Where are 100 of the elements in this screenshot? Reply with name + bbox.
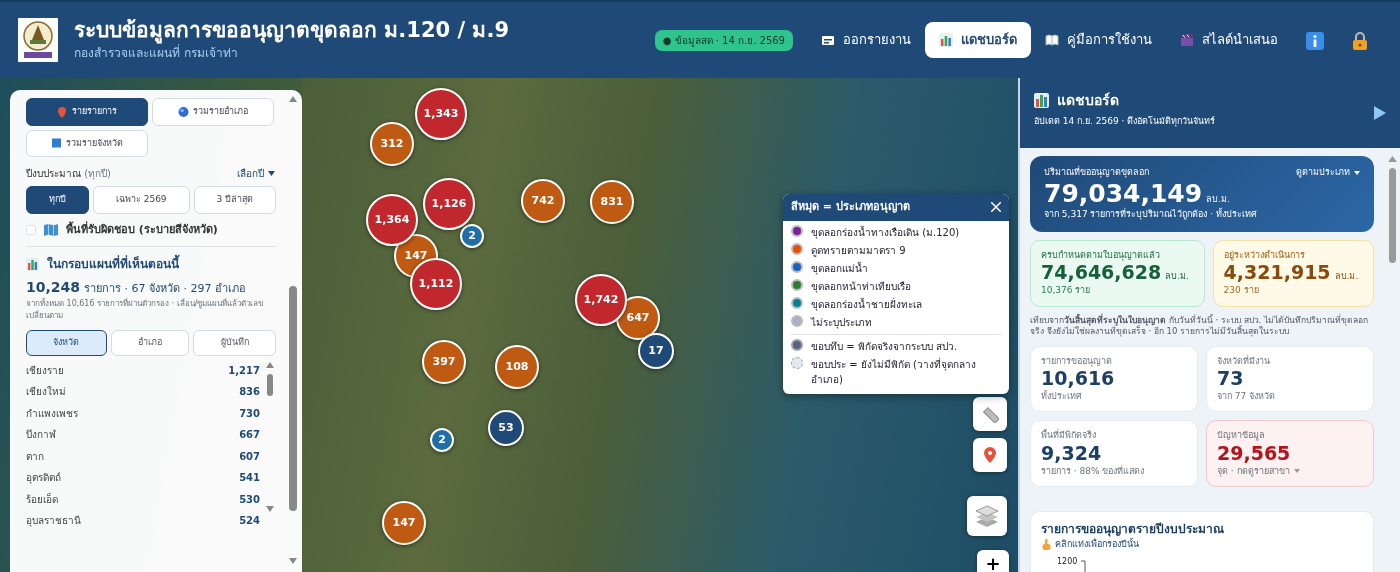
view-mode-toggle[interactable]: รวมรายอำเภอ (152, 98, 274, 126)
stat-card[interactable]: ปัญหาข้อมูล 29,565 จุด · กดดูรายสาขา (1206, 420, 1374, 488)
legend-label: ขุดลอกหน้าท่าเทียบเรือ (811, 279, 911, 294)
stat-value: 29,565 (1217, 442, 1292, 465)
year-option[interactable]: เฉพาะ 2569 (92, 186, 190, 214)
year-option[interactable]: ทุกปี (26, 186, 89, 214)
province-name[interactable]: ตาก (26, 448, 44, 464)
volume-label: ปริมาณที่ขออนุญาตขุดลอก (1044, 166, 1149, 180)
app-subtitle: กองสำรวจและแผนที่ กรมเจ้าท่า (74, 43, 238, 62)
explanation-note: เทียบจากวันสิ้นสุดที่ระบุในใบอนุญาต กับวันที่วันนี้ · ระบบ สปว. ไม่ได้บันทึกปริมาณที่ขุดลอกจริง จึงยังไม่ใช่ผลงานที่ขุดเสร็จ · อีก 10 รายการไม่มีวันสิ้นสุดในระบบ (1030, 314, 1369, 338)
caret-icon (1354, 170, 1360, 175)
stat-value: 10,616 (1041, 368, 1116, 390)
solid-outline-dot (791, 338, 803, 351)
stat-label: พื้นที่มีพิกัดจริง (1041, 429, 1097, 443)
type-picker[interactable]: ดูตามประเภท (1296, 166, 1360, 180)
caret-icon (1293, 469, 1300, 474)
nav-tab[interactable]: คู่มือการใช้งาน (1031, 22, 1166, 58)
province-count: 524 (239, 514, 260, 529)
close-icon (991, 202, 1001, 213)
y-axis-tick-label: 1200 (1057, 555, 1078, 568)
view-mode-toggle[interactable]: รวมรายจังหวัด (26, 129, 148, 157)
province-name[interactable]: กำแพงเพชร (26, 405, 78, 421)
app-title: ระบบข้อมูลการขออนุญาตขุดลอก ม.120 / ม.9 (74, 18, 509, 44)
province-name[interactable]: ร้อยเอ็ด (26, 491, 58, 507)
visible-summary: รายการ · 67 จังหวัด · 297 อำเภอ (84, 281, 246, 297)
play-icon (1374, 106, 1386, 120)
nav-tab[interactable]: ออกรายงาน (807, 22, 925, 58)
nav-tab[interactable]: สไลด์นำเสนอ (1166, 22, 1292, 58)
visible-count: 10,248 (26, 278, 81, 297)
pin-icon (983, 446, 997, 464)
progress-value: 74,646,628 (1041, 262, 1162, 285)
group-tab[interactable]: จังหวัด (26, 330, 107, 356)
layers-button[interactable] (967, 496, 1007, 536)
progress-label: อยู่ระหว่างดำเนินการ (1223, 248, 1306, 263)
chart-title: รายการขออนุญาตรายปีงบประมาณ (1041, 521, 1225, 537)
nav-tab[interactable]: แดชบอร์ด (925, 22, 1031, 58)
pin-icon (57, 105, 68, 118)
progress-sub: 230 ราย (1223, 284, 1260, 298)
year-option[interactable]: 3 ปีล่าสุด (193, 186, 276, 214)
close-button[interactable] (991, 202, 1001, 213)
stat-sub: ทั้งประเทศ (1041, 389, 1082, 403)
fiscal-year-label: ปีงบประมาณ (ทุกปี) (26, 167, 111, 181)
dashed-outline-dot (791, 356, 803, 369)
panel-title: แดชบอร์ด (1057, 91, 1119, 110)
measure-button[interactable] (973, 397, 1007, 431)
report-icon (821, 33, 835, 47)
caret-icon (268, 171, 275, 176)
stat-sub: รายการ · 88% ของที่แสดง (1041, 464, 1145, 478)
legend-title: สีหมุด = ประเภทอนุญาต (791, 199, 910, 215)
province-count: 541 (239, 471, 260, 486)
legend-label: ขุดลอกแม่น้ำ (811, 260, 868, 276)
province-name[interactable]: บึงกาฬ (26, 427, 56, 443)
pointing-hand-icon (1041, 539, 1051, 551)
province-count: 836 (239, 385, 260, 400)
province-count: 1,217 (228, 363, 260, 378)
bar-chart-icon (1034, 93, 1049, 108)
stat-label: รายการขออนุญาต (1041, 354, 1113, 369)
stat-value: 73 (1217, 368, 1245, 390)
legend-label: ขอบทึบ = พิกัดจริงจากระบบ สปว. (811, 339, 958, 354)
clapperboard-icon (1180, 33, 1194, 47)
year-picker[interactable]: เลือกปี (236, 165, 276, 182)
province-count: 730 (239, 406, 260, 421)
section-title: ในกรอบแผนที่ที่เห็นตอนนี้ (47, 255, 179, 273)
bar-chart-icon (26, 257, 39, 271)
province-count: 530 (239, 492, 260, 507)
legend-label: ไม่ระบุประเภท (811, 315, 872, 330)
stat-label: ปัญหาข้อมูล (1217, 429, 1266, 443)
province-name[interactable]: อุตรดิตถ์ (26, 470, 61, 486)
emblem-logo (20, 20, 56, 60)
chart-hint: คลิกแท่งเพื่อกรองปีนั้น (1055, 538, 1139, 552)
visible-note: จากทั้งหมด 10,616 รายการที่ผ่านตัวกรอง · เลื่อน/ซูมแผนที่แล้วตัวเลขเปลี่ยนตาม (26, 298, 265, 322)
responsibility-label: พื้นที่รับผิดชอบ (ระบายสีจังหวัด) (66, 221, 218, 238)
zoom-in-button[interactable]: + (977, 550, 1009, 572)
legend-label: ขอบประ = ยังไม่มีพิกัด (วางที่จุดกลางอำเภอ) (811, 356, 977, 387)
ruler-icon (981, 405, 999, 423)
progress-unit: ลบ.ม. (1165, 270, 1189, 284)
group-tab[interactable]: อำเภอ (110, 330, 190, 356)
collapse-panel-button[interactable] (1374, 106, 1386, 120)
province-name[interactable]: เชียงราย (26, 362, 64, 378)
volume-value: 79,034,149 (1044, 179, 1203, 208)
view-mode-toggle[interactable]: รายรายการ (26, 98, 148, 126)
province-count: 607 (239, 449, 260, 464)
progress-label: ครบกำหนดตามใบอนุญาตแล้ว (1041, 248, 1161, 263)
globe-icon (178, 105, 189, 118)
legend-label: ขุดลอกร่องน้ำทางเรือเดิน (ม.120) (811, 224, 960, 240)
province-name[interactable]: อุบลราชธานี (26, 513, 81, 529)
stat-sub: จาก 77 จังหวัด (1217, 389, 1276, 403)
legend-label: ขุดลอกร่องน้ำชายฝั่งทะเล (811, 296, 922, 312)
stat-value: 9,324 (1041, 442, 1102, 465)
group-tab[interactable]: ผู้บันทึก (193, 330, 276, 356)
province-count: 667 (239, 428, 260, 443)
book-icon (1045, 33, 1059, 47)
square-icon (51, 137, 62, 150)
info-icon (1306, 31, 1324, 50)
place-marker-button[interactable] (973, 438, 1007, 472)
province-name[interactable]: เชียงใหม่ (26, 384, 66, 400)
legend-label: ดูดทรายตามมาตรา 9 (811, 243, 906, 258)
stat-label: จังหวัดที่มีงาน (1217, 354, 1271, 368)
responsibility-checkbox[interactable] (26, 224, 36, 235)
padlock-icon (1352, 31, 1368, 50)
